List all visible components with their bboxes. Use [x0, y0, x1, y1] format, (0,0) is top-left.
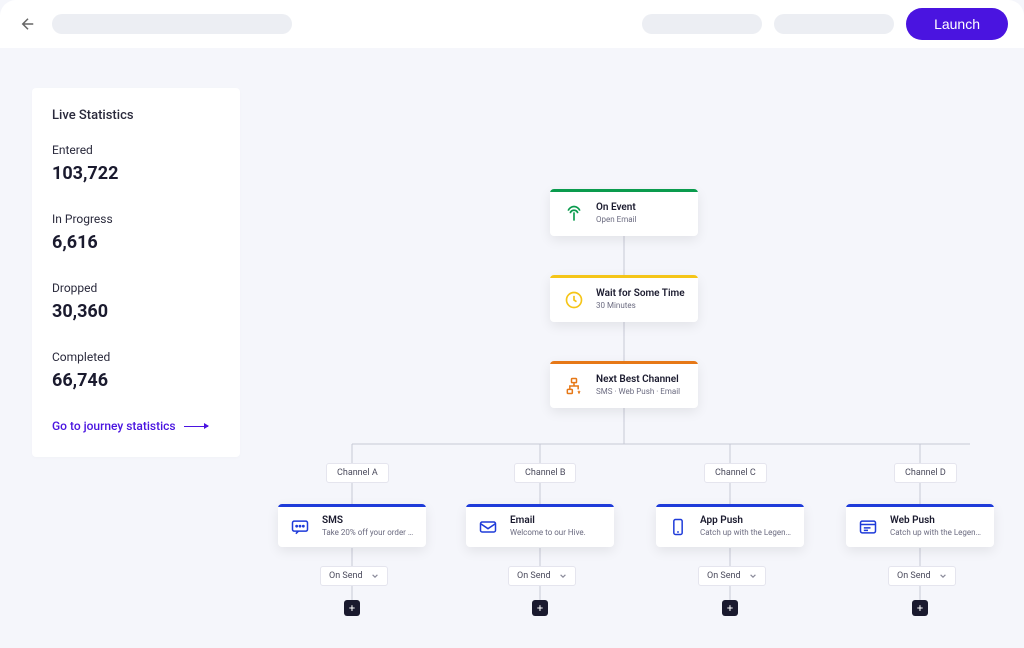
chevron-down-icon — [559, 572, 567, 580]
on-send-dropdown[interactable]: On Send — [508, 566, 576, 586]
add-step-button[interactable]: + — [344, 600, 360, 616]
node-on-event[interactable]: On Event Open Email — [550, 189, 698, 236]
add-step-button[interactable]: + — [722, 600, 738, 616]
node-web-push[interactable]: Web Push Catch up with the Legends! — [846, 504, 994, 547]
on-send-dropdown[interactable]: On Send — [698, 566, 766, 586]
header-placeholder — [774, 14, 894, 34]
journey-statistics-link[interactable]: Go to journey statistics — [52, 419, 220, 433]
arrow-right-icon — [184, 426, 208, 427]
email-icon — [476, 515, 500, 539]
chevron-down-icon — [939, 572, 947, 580]
antenna-icon — [562, 202, 586, 226]
stat-completed: Completed 66,746 — [52, 350, 220, 391]
title-placeholder — [52, 14, 292, 34]
stat-in-progress: In Progress 6,616 — [52, 212, 220, 253]
node-email[interactable]: Email Welcome to our Hive. — [466, 504, 614, 547]
header: Launch — [0, 0, 1024, 48]
node-next-best-channel[interactable]: Next Best Channel SMS · Web Push · Email — [550, 361, 698, 408]
stat-entered: Entered 103,722 — [52, 143, 220, 184]
channel-b-label: Channel B — [514, 463, 576, 483]
statistics-panel: Live Statistics Entered 103,722 In Progr… — [32, 88, 240, 457]
channel-c-label: Channel C — [704, 463, 767, 483]
chevron-down-icon — [371, 572, 379, 580]
channel-a-label: Channel A — [326, 463, 389, 483]
channel-d-label: Channel D — [894, 463, 957, 483]
on-send-dropdown[interactable]: On Send — [320, 566, 388, 586]
clock-icon — [562, 288, 586, 312]
launch-button[interactable]: Launch — [906, 8, 1008, 40]
node-app-push[interactable]: App Push Catch up with the Legends! — [656, 504, 804, 547]
back-button[interactable] — [16, 12, 40, 36]
node-wait[interactable]: Wait for Some Time 30 Minutes — [550, 275, 698, 322]
node-sms[interactable]: SMS Take 20% off your order with code ..… — [278, 504, 426, 547]
route-icon — [562, 374, 586, 398]
header-placeholder — [642, 14, 762, 34]
stat-dropped: Dropped 30,360 — [52, 281, 220, 322]
add-step-button[interactable]: + — [532, 600, 548, 616]
chevron-down-icon — [749, 572, 757, 580]
mobile-icon — [666, 515, 690, 539]
statistics-title: Live Statistics — [52, 108, 220, 123]
web-push-icon — [856, 515, 880, 539]
journey-canvas: On Event Open Email Wait for Some Time 3… — [240, 88, 1024, 632]
sms-icon — [288, 515, 312, 539]
on-send-dropdown[interactable]: On Send — [888, 566, 956, 586]
add-step-button[interactable]: + — [912, 600, 928, 616]
